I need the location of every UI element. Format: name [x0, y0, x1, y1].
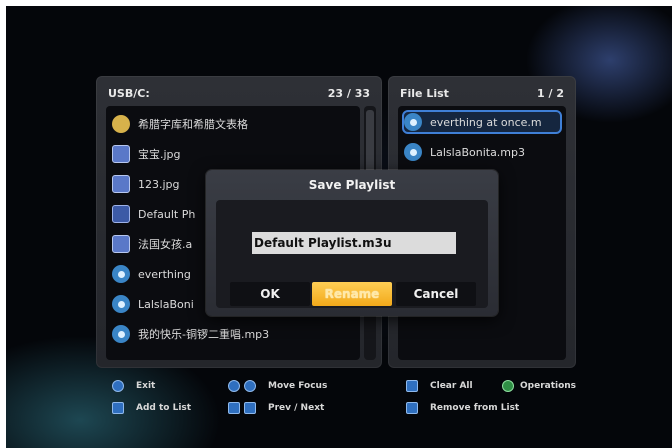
- playlist-count: 1 / 2: [537, 86, 564, 100]
- file-item-label: 我的快乐-铜锣二重唱.mp3: [138, 328, 270, 341]
- cancel-button[interactable]: Cancel: [396, 282, 476, 306]
- remove-key-icon: [406, 402, 418, 414]
- remote-key-hints: Exit Add to List Move Focus Prev / Next …: [100, 376, 600, 426]
- usb-path-title: USB/C:: [108, 86, 150, 100]
- hint-operations-label: Operations: [520, 381, 577, 391]
- document-file-icon: [112, 205, 130, 223]
- file-item-label: 法国女孩.a: [138, 238, 193, 251]
- html-document-icon: [112, 115, 130, 133]
- playlist-name-input[interactable]: Default Playlist.m3u: [252, 232, 456, 254]
- file-item-label: 宝宝.jpg: [138, 148, 181, 161]
- audio-file-icon: [404, 143, 422, 161]
- hint-clear-all: Clear All: [406, 380, 473, 392]
- audio-file-icon: [112, 295, 130, 313]
- file-item-label: 123.jpg: [138, 177, 180, 191]
- enter-key-icon: [112, 402, 124, 414]
- image-file-icon: [112, 175, 130, 193]
- clear-key-icon: [406, 380, 418, 392]
- image-file-icon: [112, 235, 130, 253]
- file-item-label: everthing: [138, 267, 191, 281]
- hint-operations: Operations: [502, 380, 576, 392]
- hint-exit-label: Exit: [136, 381, 156, 391]
- save-playlist-dialog: Save Playlist Default Playlist.m3u OK Re…: [206, 170, 498, 316]
- green-key-icon: [502, 380, 514, 392]
- file-item-label: Default Ph: [138, 207, 196, 221]
- file-item[interactable]: everthing: [112, 262, 191, 286]
- usb-browser-header: USB/C: 23 / 33: [108, 84, 370, 102]
- file-item-label: 希腊字库和希腊文表格: [138, 118, 248, 131]
- hint-remove-label: Remove from List: [430, 403, 520, 413]
- audio-file-icon: [112, 325, 130, 343]
- hint-move-focus: Move Focus: [228, 380, 327, 392]
- image-file-icon: [112, 145, 130, 163]
- back-key-icon: [112, 380, 124, 392]
- playlist-item[interactable]: LalslaBonita.mp3: [404, 140, 525, 164]
- file-item[interactable]: LalslaBoni: [112, 292, 194, 316]
- rename-button[interactable]: Rename: [312, 282, 392, 306]
- playlist-item-label: LalslaBonita.mp3: [430, 145, 526, 159]
- audio-file-icon: [404, 113, 422, 131]
- hint-move-focus-label: Move Focus: [268, 381, 328, 391]
- page-up-key-icon: [228, 402, 240, 414]
- file-item[interactable]: 123.jpg: [112, 172, 180, 196]
- dialog-title: Save Playlist: [308, 178, 396, 192]
- playlist-item-label: everthing at once.m: [430, 115, 542, 129]
- playlist-header: File List 1 / 2: [400, 84, 564, 102]
- hint-prev-next-label: Prev / Next: [268, 403, 325, 413]
- file-item[interactable]: 希腊字库和希腊文表格: [112, 112, 248, 136]
- hint-clear-all-label: Clear All: [430, 381, 473, 391]
- audio-file-icon: [112, 265, 130, 283]
- playlist-item-selected[interactable]: everthing at once.m: [402, 110, 562, 134]
- dialog-body: Default Playlist.m3u OK Rename Cancel: [216, 200, 488, 308]
- right-arrow-key-icon: [244, 380, 256, 392]
- file-item-label: LalslaBoni: [138, 297, 194, 311]
- hint-prev-next: Prev / Next: [228, 402, 324, 414]
- hint-add-label: Add to List: [136, 403, 192, 413]
- left-arrow-key-icon: [228, 380, 240, 392]
- media-player-screen: USB/C: 23 / 33 希腊字库和希腊文表格 宝宝.jpg 123.jpg…: [0, 0, 672, 448]
- page-down-key-icon: [244, 402, 256, 414]
- usb-item-count: 23 / 33: [327, 86, 370, 100]
- hint-remove-from-list: Remove from List: [406, 402, 519, 414]
- file-item[interactable]: 我的快乐-铜锣二重唱.mp3: [112, 322, 269, 346]
- file-item[interactable]: 宝宝.jpg: [112, 142, 181, 166]
- hint-exit: Exit: [112, 380, 155, 392]
- playlist-title: File List: [400, 86, 449, 100]
- hint-add-to-list: Add to List: [112, 402, 191, 414]
- file-item[interactable]: Default Ph: [112, 202, 195, 226]
- file-item[interactable]: 法国女孩.a: [112, 232, 192, 256]
- ok-button[interactable]: OK: [230, 282, 310, 306]
